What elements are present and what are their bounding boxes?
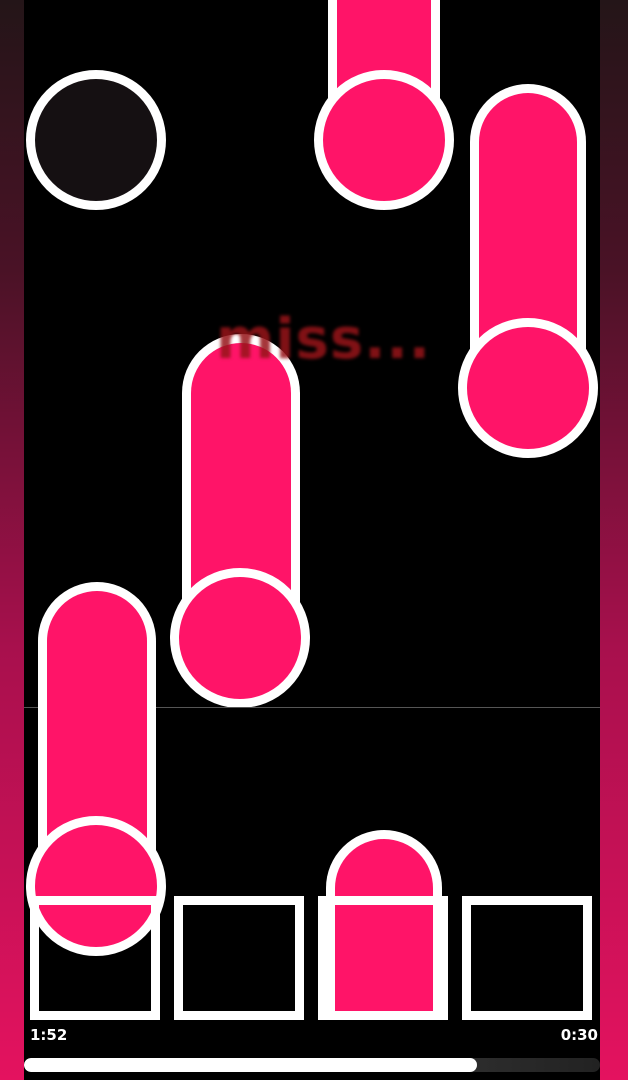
lane-key-1[interactable] — [30, 896, 160, 1020]
game-screen: miss... 1:52 0:30 — [0, 0, 628, 1080]
hold-note-head — [458, 318, 598, 458]
right-side-bar — [600, 0, 628, 1080]
playfield: miss... — [24, 0, 600, 1080]
lane-key-3[interactable] — [318, 896, 448, 1020]
song-progress-bar — [24, 1058, 600, 1072]
hold-note-head — [170, 568, 310, 708]
song-progress-fill — [24, 1058, 478, 1072]
judgement-text: miss... — [216, 307, 432, 372]
lane-key-2[interactable] — [174, 896, 304, 1020]
lane-key-4[interactable] — [462, 896, 592, 1020]
hold-note-head — [314, 70, 454, 210]
elapsed-time: 1:52 — [30, 1026, 68, 1044]
empty-note — [26, 70, 166, 210]
remaining-time: 0:30 — [560, 1026, 598, 1044]
left-side-bar — [0, 0, 24, 1080]
